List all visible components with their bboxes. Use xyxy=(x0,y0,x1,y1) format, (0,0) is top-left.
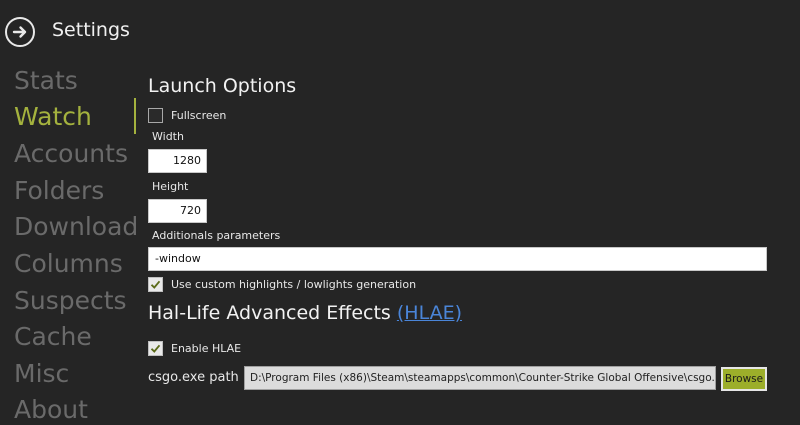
custom-highlights-checkbox[interactable] xyxy=(148,277,163,292)
height-input[interactable]: 720 xyxy=(148,199,207,223)
custom-highlights-option[interactable]: Use custom highlights / lowlights genera… xyxy=(148,277,416,292)
back-button[interactable] xyxy=(5,17,35,47)
page-title: Settings xyxy=(52,19,130,41)
nav-item-watch[interactable]: Watch xyxy=(14,102,92,132)
checkmark-icon xyxy=(150,344,161,353)
fullscreen-checkbox[interactable] xyxy=(148,108,163,123)
enable-hlae-label: Enable HLAE xyxy=(171,342,242,355)
nav-item-folders[interactable]: Folders xyxy=(14,176,104,206)
hlae-heading: Hal-Life Advanced Effects (HLAE) xyxy=(148,302,462,324)
params-input[interactable]: -window xyxy=(148,247,767,271)
launch-options-heading: Launch Options xyxy=(148,75,297,97)
arrow-right-icon xyxy=(12,26,27,38)
nav-item-about[interactable]: About xyxy=(14,395,88,425)
nav-item-stats[interactable]: Stats xyxy=(14,66,78,96)
nav-item-columns[interactable]: Columns xyxy=(14,249,123,279)
hlae-title: Hal-Life Advanced Effects xyxy=(148,302,391,324)
custom-highlights-label: Use custom highlights / lowlights genera… xyxy=(171,278,417,291)
enable-hlae-option[interactable]: Enable HLAE xyxy=(148,341,241,356)
header: Settings xyxy=(0,0,800,64)
hlae-link[interactable]: (HLAE) xyxy=(397,302,462,324)
nav-item-accounts[interactable]: Accounts xyxy=(14,139,128,169)
active-nav-indicator xyxy=(134,98,136,134)
checkmark-icon xyxy=(150,280,161,289)
nav-item-cache[interactable]: Cache xyxy=(14,322,92,352)
browse-button[interactable]: Browse xyxy=(721,367,767,391)
fullscreen-option[interactable]: Fullscreen xyxy=(148,108,226,123)
params-label: Additionals parameters xyxy=(152,229,281,242)
height-label: Height xyxy=(152,180,189,193)
nav-item-suspects[interactable]: Suspects xyxy=(14,286,127,316)
nav-item-download[interactable]: Download xyxy=(14,212,138,242)
csgo-path-input[interactable]: D:\Program Files (x86)\Steam\steamapps\c… xyxy=(244,366,716,390)
enable-hlae-checkbox[interactable] xyxy=(148,341,163,356)
fullscreen-label: Fullscreen xyxy=(171,109,227,122)
csgo-path-label: csgo.exe path xyxy=(148,370,239,385)
width-input[interactable]: 1280 xyxy=(148,149,207,173)
width-label: Width xyxy=(152,130,184,143)
nav-item-misc[interactable]: Misc xyxy=(14,359,69,389)
